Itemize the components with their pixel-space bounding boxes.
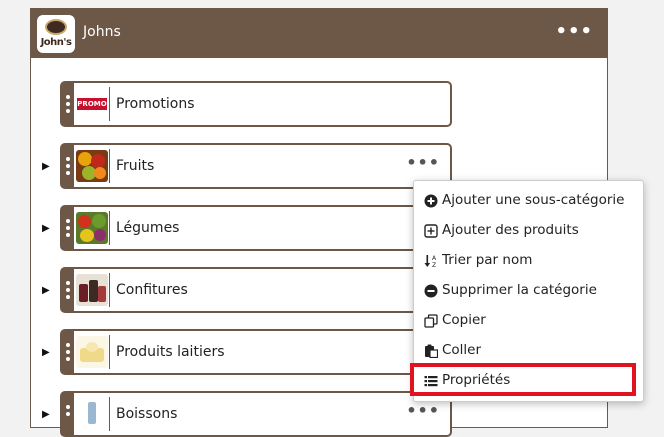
- separator: [109, 149, 110, 183]
- svg-text:Z: Z: [432, 262, 436, 268]
- plus-square-icon: [424, 224, 438, 238]
- separator: [109, 87, 110, 121]
- category-label: Produits laitiers: [116, 344, 225, 360]
- expand-caret-icon[interactable]: ▶: [42, 347, 50, 358]
- menu-item-label: Supprimer la catégorie: [442, 282, 597, 298]
- menu-item-copy[interactable]: Copier: [414, 306, 643, 336]
- panel-title: Johns: [83, 24, 121, 40]
- paste-icon: [425, 344, 438, 358]
- drag-handle[interactable]: [62, 393, 74, 435]
- row-menu-icon[interactable]: •••: [406, 401, 440, 420]
- expand-caret-icon[interactable]: ▶: [42, 223, 50, 234]
- menu-item-label: Copier: [442, 312, 486, 328]
- fruits-thumbnail: [76, 150, 108, 182]
- category-label: Promotions: [116, 96, 195, 112]
- vegetables-thumbnail: [76, 212, 108, 244]
- separator: [109, 335, 110, 369]
- dairy-thumbnail: [76, 336, 108, 368]
- highlight-box: [410, 363, 636, 396]
- drag-handle[interactable]: [62, 83, 74, 125]
- separator: [109, 397, 110, 431]
- category-row-boissons[interactable]: Boissons •••: [60, 391, 452, 437]
- category-row-legumes[interactable]: Légumes: [60, 205, 452, 251]
- category-label: Fruits: [116, 158, 155, 174]
- row-menu-icon[interactable]: •••: [406, 153, 440, 172]
- minus-circle-icon: [424, 284, 438, 298]
- menu-item-sort-by-name[interactable]: AZ Trier par nom: [414, 246, 643, 276]
- menu-item-label: Ajouter des produits: [442, 222, 579, 238]
- plus-circle-icon: [424, 194, 438, 208]
- jams-thumbnail: [76, 274, 108, 306]
- johns-logo: John's: [37, 15, 75, 53]
- menu-item-add-products[interactable]: Ajouter des produits: [414, 216, 643, 246]
- copy-icon: [424, 314, 438, 328]
- expand-caret-icon[interactable]: ▶: [42, 409, 50, 420]
- menu-item-add-subcategory[interactable]: Ajouter une sous-catégorie: [414, 186, 643, 216]
- category-row-produits-laitiers[interactable]: Produits laitiers: [60, 329, 452, 375]
- svg-text:A: A: [432, 255, 437, 262]
- promo-label: PROMO: [77, 98, 107, 110]
- menu-item-label: Trier par nom: [442, 252, 533, 268]
- drag-handle[interactable]: [62, 145, 74, 187]
- category-label: Boissons: [116, 406, 178, 422]
- category-label: Confitures: [116, 282, 188, 298]
- separator: [109, 211, 110, 245]
- separator: [109, 273, 110, 307]
- menu-item-label: Coller: [442, 342, 482, 358]
- header-menu-icon[interactable]: •••: [555, 21, 593, 42]
- menu-item-label: Ajouter une sous-catégorie: [442, 192, 625, 208]
- category-row-promotions[interactable]: PROMO Promotions: [60, 81, 452, 127]
- logo-badge: [45, 19, 67, 35]
- sort-alpha-icon: AZ: [424, 255, 437, 268]
- category-label: Légumes: [116, 220, 180, 236]
- menu-item-paste[interactable]: Coller: [414, 336, 643, 366]
- expand-caret-icon[interactable]: ▶: [42, 161, 50, 172]
- panel-header: John's Johns •••: [31, 9, 607, 58]
- drag-handle[interactable]: [62, 331, 74, 373]
- expand-caret-icon[interactable]: ▶: [42, 285, 50, 296]
- category-row-fruits[interactable]: Fruits •••: [60, 143, 452, 189]
- category-row-confitures[interactable]: Confitures: [60, 267, 452, 313]
- logo-text: John's: [40, 37, 72, 48]
- drag-handle[interactable]: [62, 269, 74, 311]
- menu-item-delete-category[interactable]: Supprimer la catégorie: [414, 276, 643, 306]
- promo-thumbnail: PROMO: [76, 88, 108, 120]
- drinks-thumbnail: [76, 398, 108, 430]
- drag-handle[interactable]: [62, 207, 74, 249]
